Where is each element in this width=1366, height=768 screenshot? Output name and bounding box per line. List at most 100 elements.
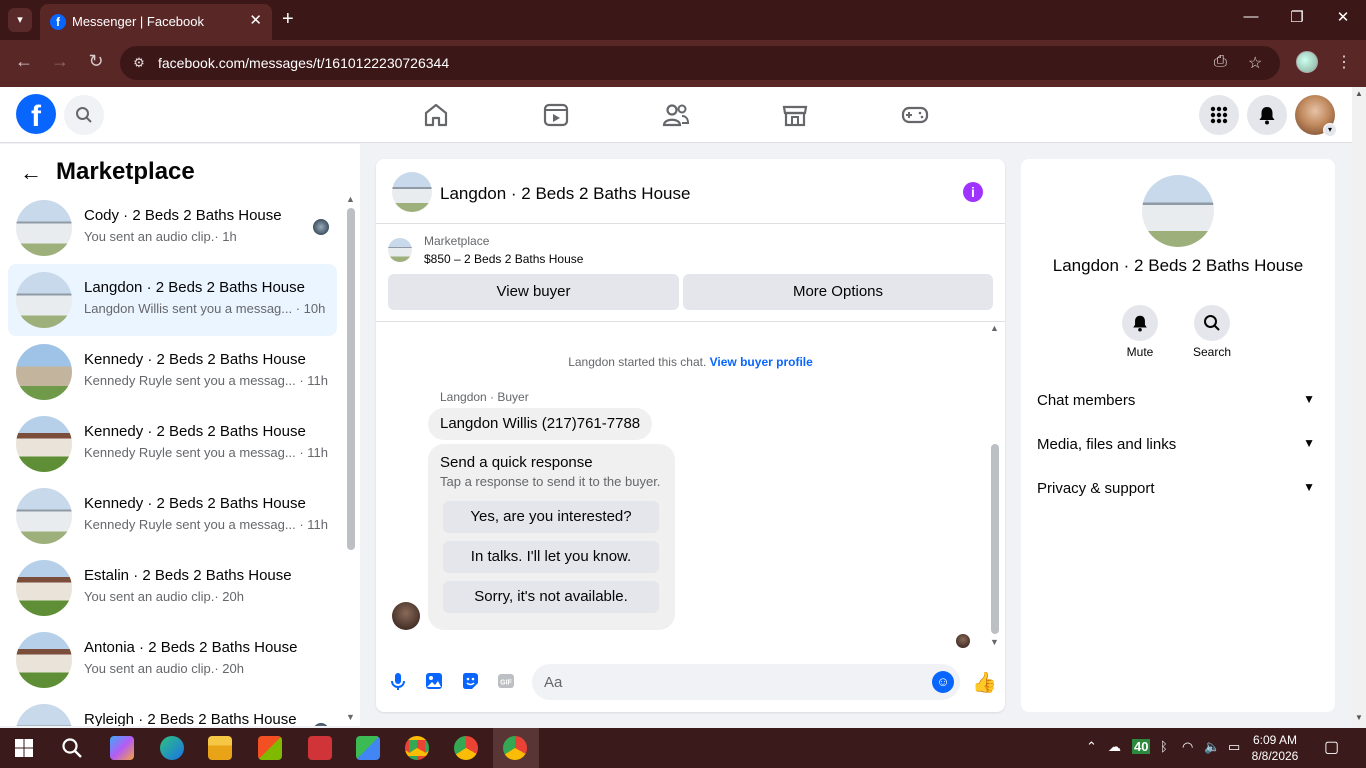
browser-menu-icon[interactable]: ⋮ [1336,52,1352,72]
microsoft-store-icon[interactable] [258,736,282,760]
page-scrollbar[interactable]: ▲ ▼ [1352,87,1366,727]
mute-button[interactable] [1122,305,1158,341]
conversation-item[interactable]: Estalin · 2 Beds 2 Baths House You sent a… [8,552,337,624]
conversation-item[interactable]: Kennedy · 2 Beds 2 Baths House Kennedy Ru… [8,480,337,552]
gaming-icon[interactable] [899,99,931,131]
battery-saver-badge[interactable]: 40 [1132,739,1151,754]
chevron-down-icon: ▼ [1303,392,1315,406]
weather-icon[interactable]: ☁ [1108,739,1121,755]
clock[interactable]: 6:09 AM 8/8/2026 [1248,732,1302,764]
privacy-support-section[interactable]: Privacy & support ▼ [1037,480,1319,500]
edge-icon[interactable] [160,736,184,760]
chrome-icon[interactable] [405,736,429,760]
quick-response-button[interactable]: Sorry, it's not available. [443,581,659,613]
tab-search-icon[interactable]: ▾ [8,8,32,32]
close-window-button[interactable]: ✕ [1328,8,1358,26]
scroll-down-arrow-icon[interactable]: ▼ [990,637,999,647]
windows-start-icon[interactable] [12,736,36,760]
thumbs-up-icon[interactable]: 👍 [972,670,997,695]
conversation-item[interactable]: Ryleigh · 2 Beds 2 Baths House [8,696,337,726]
divider [376,223,1005,224]
conversation-item[interactable]: Langdon · 2 Beds 2 Baths House Langdon Wi… [8,264,337,336]
forward-icon[interactable]: → [48,51,72,72]
scroll-down-arrow-icon[interactable]: ▼ [1355,713,1363,722]
maximize-button[interactable]: ❐ [1282,8,1312,26]
photo-icon[interactable] [424,671,444,691]
conversation-item[interactable]: Antonia · 2 Beds 2 Baths House You sent a… [8,624,337,696]
back-icon[interactable]: ← [12,51,36,72]
omnibox[interactable]: ⚙ facebook.com/messages/t/16101222307263… [120,46,1280,80]
more-options-button[interactable]: More Options [683,274,993,310]
media-files-links-section[interactable]: Media, files and links ▼ [1037,436,1319,456]
conversation-preview: Kennedy Ruyle sent you a messag... · 11h [84,373,329,388]
info-icon[interactable]: i [963,182,983,202]
buyer-avatar[interactable] [392,602,420,630]
emoji-icon[interactable]: ☺ [932,671,954,693]
reload-icon[interactable]: ↻ [84,51,108,72]
conversation-preview: Kennedy Ruyle sent you a messag... · 11h [84,445,329,460]
video-icon[interactable] [540,99,572,131]
notifications-button[interactable] [1247,95,1287,135]
chat-members-section[interactable]: Chat members ▼ [1037,392,1319,412]
friends-icon[interactable] [660,99,692,131]
app-icon[interactable] [308,736,332,760]
sticker-icon[interactable] [460,671,480,691]
listing-thumbnail[interactable] [388,238,412,262]
view-buyer-button[interactable]: View buyer [388,274,679,310]
scroll-down-arrow-icon[interactable]: ▼ [346,712,355,722]
chrome-icon[interactable] [454,736,478,760]
notification-center-icon[interactable]: ▢ [1324,737,1339,757]
search-icon[interactable] [60,736,84,760]
account-avatar[interactable]: ▾ [1295,95,1337,137]
install-app-icon[interactable]: ⎙ [1214,53,1227,71]
message-bubble[interactable]: Langdon Willis (217)761-7788 [428,408,653,440]
active-taskbar-item[interactable] [493,728,539,768]
gif-icon[interactable]: GIF [496,671,516,691]
scroll-up-arrow-icon[interactable]: ▲ [990,323,999,333]
bookmark-star-icon[interactable]: ☆ [1248,53,1262,73]
site-info-icon[interactable]: ⚙ [128,53,150,73]
app-icon[interactable] [356,736,380,760]
search-in-chat-button[interactable] [1194,305,1230,341]
conversation-item[interactable]: Cody · 2 Beds 2 Baths House You sent an a… [8,192,337,264]
conversation-item[interactable]: Kennedy · 2 Beds 2 Baths House Kennedy Ru… [8,336,337,408]
chat-title[interactable]: Langdon · 2 Beds 2 Baths House [440,184,690,204]
scroll-up-arrow-icon[interactable]: ▲ [346,194,355,204]
chat-header-thumbnail[interactable] [392,172,432,212]
chat-scrollbar-thumb[interactable] [991,444,999,634]
message-input[interactable]: Aa ☺ [532,664,960,700]
seen-indicator-avatar [956,634,970,648]
quick-response-button[interactable]: In talks. I'll let you know. [443,541,659,573]
wifi-icon[interactable]: ◠ [1182,739,1193,755]
facebook-logo-icon[interactable]: f [16,94,56,134]
listing-price-title[interactable]: $850 – 2 Beds 2 Baths House [424,252,583,266]
section-label: Chat members [1037,392,1136,409]
view-buyer-profile-link[interactable]: View buyer profile [710,355,813,369]
search-button[interactable] [64,95,104,135]
chat-started-text: Langdon started this chat. [568,355,707,369]
tab-close-icon[interactable]: ✕ [249,11,262,29]
show-hidden-icons-icon[interactable]: ⌃ [1086,739,1097,755]
quick-response-button[interactable]: Yes, are you interested? [443,501,659,533]
browser-profile-avatar[interactable] [1296,51,1318,73]
microphone-icon[interactable] [388,671,408,691]
minimize-button[interactable]: — [1236,8,1266,25]
marketplace-icon[interactable] [779,99,811,131]
copilot-icon[interactable] [110,736,134,760]
new-tab-button[interactable]: + [282,8,294,30]
url-text[interactable]: facebook.com/messages/t/1610122230726344 [158,55,449,71]
conversation-title: Estalin · 2 Beds 2 Baths House [84,567,292,584]
sidebar-scrollbar-thumb[interactable] [347,208,355,550]
back-arrow-icon[interactable]: ← [20,160,42,186]
battery-icon[interactable]: ▭ [1228,739,1240,755]
volume-icon[interactable]: 🔈 [1204,739,1220,755]
file-explorer-icon[interactable] [208,736,232,760]
browser-tab[interactable]: f Messenger | Facebook ✕ [40,4,272,40]
home-icon[interactable] [420,99,452,131]
listing-large-thumbnail[interactable] [1142,175,1214,247]
bluetooth-icon[interactable]: ᛒ [1160,739,1168,754]
scroll-up-arrow-icon[interactable]: ▲ [1355,89,1363,98]
menu-button[interactable] [1199,95,1239,135]
bell-icon [1133,315,1147,332]
conversation-item[interactable]: Kennedy · 2 Beds 2 Baths House Kennedy Ru… [8,408,337,480]
